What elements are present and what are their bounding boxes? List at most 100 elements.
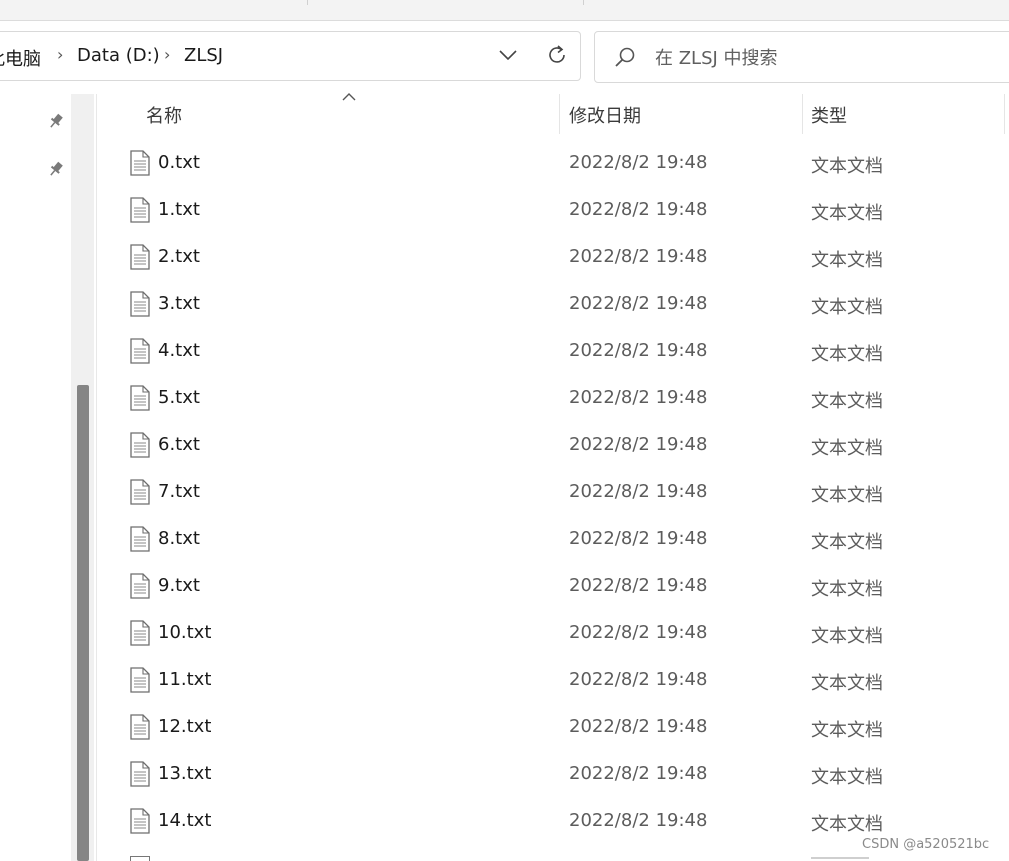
file-type: 文本文档 (811, 156, 883, 177)
pin-icon[interactable] (46, 159, 66, 179)
file-row[interactable]: 6.txt 2022/8/2 19:48 文本文档 (100, 423, 1009, 470)
text-file-icon (130, 714, 150, 740)
toolbar-strip (0, 0, 1009, 21)
toolbar-divider (307, 0, 308, 5)
file-name[interactable]: 8.txt (158, 528, 200, 549)
file-type-fragment (811, 857, 869, 859)
file-row[interactable]: 3.txt 2022/8/2 19:48 文本文档 (100, 282, 1009, 329)
file-modified-date: 2022/8/2 19:48 (569, 434, 708, 455)
file-modified-date: 2022/8/2 19:48 (569, 152, 708, 173)
file-icon (130, 856, 150, 861)
address-bar[interactable]: 此电脑 › Data (D:) › ZLSJ (0, 31, 581, 81)
file-row[interactable]: 0.txt 2022/8/2 19:48 文本文档 (100, 141, 1009, 188)
file-name[interactable]: 1.txt (158, 199, 200, 220)
search-input[interactable] (653, 43, 997, 73)
file-type: 文本文档 (811, 344, 883, 365)
file-modified-date: 2022/8/2 19:48 (569, 575, 708, 596)
file-type: 文本文档 (811, 626, 883, 647)
column-header-modified[interactable]: 修改日期 (569, 102, 641, 128)
file-row[interactable]: 10.txt 2022/8/2 19:48 文本文档 (100, 611, 1009, 658)
text-file-icon (130, 573, 150, 599)
file-row[interactable]: 1.txt 2022/8/2 19:48 文本文档 (100, 188, 1009, 235)
column-divider[interactable] (802, 94, 803, 134)
file-type: 文本文档 (811, 250, 883, 271)
toolbar-divider (583, 0, 584, 5)
column-divider[interactable] (559, 94, 560, 134)
file-modified-date: 2022/8/2 19:48 (569, 763, 708, 784)
file-type: 文本文档 (811, 579, 883, 600)
text-file-icon (130, 385, 150, 411)
file-row[interactable]: 2.txt 2022/8/2 19:48 文本文档 (100, 235, 1009, 282)
file-name[interactable]: 10.txt (158, 622, 211, 643)
file-name[interactable]: 2.txt (158, 246, 200, 267)
pin-icon[interactable] (46, 111, 66, 131)
file-type: 文本文档 (811, 720, 883, 741)
file-name[interactable]: 4.txt (158, 340, 200, 361)
text-file-icon (130, 150, 150, 176)
file-name[interactable]: 7.txt (158, 481, 200, 502)
sort-ascending-icon (342, 93, 356, 101)
file-row[interactable]: 11.txt 2022/8/2 19:48 文本文档 (100, 658, 1009, 705)
file-name[interactable]: 12.txt (158, 716, 211, 737)
file-row[interactable]: 7.txt 2022/8/2 19:48 文本文档 (100, 470, 1009, 517)
text-file-icon (130, 197, 150, 223)
file-modified-date: 2022/8/2 19:48 (569, 387, 708, 408)
breadcrumb-this-pc[interactable]: 此电脑 (0, 45, 41, 71)
file-name[interactable]: 0.txt (158, 152, 200, 173)
column-header-name[interactable]: 名称 (146, 102, 182, 128)
file-name[interactable]: 3.txt (158, 293, 200, 314)
search-box[interactable] (594, 31, 1009, 83)
text-file-icon (130, 291, 150, 317)
file-modified-date: 2022/8/2 19:48 (569, 669, 708, 690)
file-modified-date: 2022/8/2 19:48 (569, 622, 708, 643)
file-type: 文本文档 (811, 673, 883, 694)
file-type: 文本文档 (811, 203, 883, 224)
file-name[interactable]: 6.txt (158, 434, 200, 455)
column-divider[interactable] (1004, 94, 1005, 134)
file-modified-date: 2022/8/2 19:48 (569, 199, 708, 220)
text-file-icon (130, 620, 150, 646)
pane-divider[interactable] (96, 94, 97, 861)
breadcrumb-current-folder[interactable]: ZLSJ (184, 45, 223, 66)
file-type: 文本文档 (811, 814, 883, 835)
watermark: CSDN @a520521bc (862, 837, 990, 852)
file-name[interactable]: 5.txt (158, 387, 200, 408)
file-type: 文本文档 (811, 438, 883, 459)
text-file-icon (130, 526, 150, 552)
navigation-pane (0, 94, 76, 861)
text-file-icon (130, 808, 150, 834)
file-row[interactable]: 5.txt 2022/8/2 19:48 文本文档 (100, 376, 1009, 423)
text-file-icon (130, 761, 150, 787)
file-type: 文本文档 (811, 532, 883, 553)
breadcrumb-separator-icon[interactable]: › (57, 45, 63, 64)
nav-scrollbar-thumb[interactable] (77, 385, 89, 861)
file-row[interactable]: 9.txt 2022/8/2 19:48 文本文档 (100, 564, 1009, 611)
file-row[interactable]: 13.txt 2022/8/2 19:48 文本文档 (100, 752, 1009, 799)
text-file-icon (130, 338, 150, 364)
file-modified-date: 2022/8/2 19:48 (569, 246, 708, 267)
file-row[interactable]: 8.txt 2022/8/2 19:48 文本文档 (100, 517, 1009, 564)
file-name[interactable]: 14.txt (158, 810, 211, 831)
file-row[interactable]: 12.txt 2022/8/2 19:48 文本文档 (100, 705, 1009, 752)
file-modified-date: 2022/8/2 19:48 (569, 293, 708, 314)
file-row[interactable]: 4.txt 2022/8/2 19:48 文本文档 (100, 329, 1009, 376)
file-modified-date: 2022/8/2 19:48 (569, 340, 708, 361)
chevron-down-icon[interactable] (493, 40, 523, 70)
column-header-type[interactable]: 类型 (811, 102, 847, 128)
file-name[interactable]: 11.txt (158, 669, 211, 690)
refresh-icon[interactable] (542, 40, 572, 70)
file-row-partial[interactable] (100, 852, 1009, 861)
text-file-icon (130, 244, 150, 270)
file-name[interactable]: 9.txt (158, 575, 200, 596)
file-type: 文本文档 (811, 767, 883, 788)
breadcrumb-drive[interactable]: Data (D:) (77, 45, 160, 66)
file-modified-date: 2022/8/2 19:48 (569, 528, 708, 549)
file-modified-date: 2022/8/2 19:48 (569, 716, 708, 737)
file-type: 文本文档 (811, 391, 883, 412)
file-name[interactable]: 13.txt (158, 763, 211, 784)
file-type: 文本文档 (811, 297, 883, 318)
file-modified-date: 2022/8/2 19:48 (569, 810, 708, 831)
text-file-icon (130, 479, 150, 505)
search-icon (615, 47, 635, 67)
breadcrumb-separator-icon[interactable]: › (164, 45, 170, 64)
